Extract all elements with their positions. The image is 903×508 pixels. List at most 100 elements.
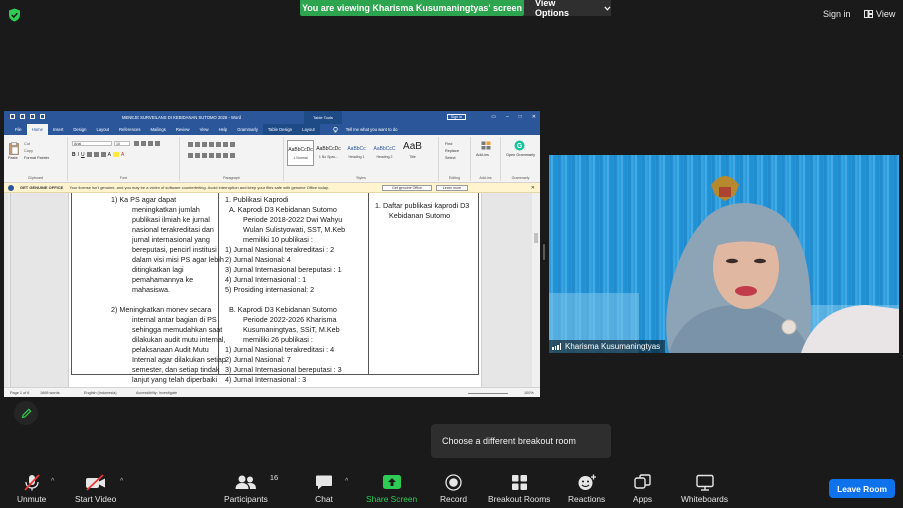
pane-splitter-handle[interactable] <box>543 244 545 260</box>
view-options-button[interactable]: View Options <box>524 0 611 18</box>
get-genuine-office-button[interactable]: Get genuine Office <box>382 185 432 191</box>
bullets-icon[interactable] <box>188 142 193 147</box>
paste-label[interactable]: Paste <box>8 156 18 160</box>
audio-options-caret[interactable]: ^ <box>51 478 54 485</box>
video-options-caret[interactable]: ^ <box>120 478 123 485</box>
strikethrough-icon[interactable] <box>86 152 92 157</box>
scrollbar-thumb[interactable] <box>534 233 538 243</box>
chat-button[interactable]: Chat <box>315 474 333 504</box>
justify-icon[interactable] <box>209 153 214 158</box>
tab-design[interactable]: Design <box>68 124 91 135</box>
sign-in-link[interactable]: Sign in <box>823 9 851 19</box>
undo-icon[interactable] <box>20 114 25 119</box>
apps-button[interactable]: Apps <box>633 474 652 504</box>
text-effects-icon[interactable]: A <box>108 152 111 158</box>
tab-insert[interactable]: Insert <box>48 124 68 135</box>
underline-icon[interactable]: U <box>81 152 85 158</box>
style-title[interactable]: AaB Title <box>399 140 426 166</box>
copy-button[interactable]: Copy <box>24 149 33 153</box>
maximize-icon[interactable]: □ <box>519 114 522 120</box>
change-case-icon[interactable] <box>148 141 153 146</box>
borders-icon[interactable] <box>230 153 235 158</box>
participants-button[interactable]: 16 Participants <box>224 473 278 504</box>
tab-references[interactable]: References <box>114 124 145 135</box>
paste-icon[interactable] <box>9 142 19 155</box>
tab-review[interactable]: Review <box>171 124 195 135</box>
italic-icon[interactable]: I <box>78 152 79 158</box>
superscript-icon[interactable] <box>100 152 106 157</box>
shrink-font-icon[interactable] <box>141 141 146 146</box>
tab-mailings[interactable]: Mailings <box>145 124 170 135</box>
align-left-icon[interactable] <box>188 153 193 158</box>
sort-icon[interactable] <box>223 142 228 147</box>
leave-room-button[interactable]: Leave Room <box>829 479 895 498</box>
document-page[interactable]: 1) Ka PS agar dapat meningkatkan jumlah … <box>68 193 482 387</box>
document-area[interactable]: 1) Ka PS agar dapat meningkatkan jumlah … <box>4 193 540 387</box>
page-count[interactable]: Page 1 of 6 <box>10 391 29 395</box>
style-no-spacing[interactable]: AaBbCcDc 1 No Spac... <box>315 140 342 166</box>
replace-button[interactable]: Replace <box>445 149 459 153</box>
language-status[interactable]: English (Indonesia) <box>84 391 117 395</box>
word-sign-in-button[interactable]: Sign in <box>447 114 466 120</box>
word-count[interactable]: 1668 words <box>40 391 60 395</box>
numbering-icon[interactable] <box>195 142 200 147</box>
subscript-icon[interactable] <box>93 152 99 157</box>
tab-table-layout[interactable]: Layout <box>297 124 320 135</box>
minimize-icon[interactable]: – <box>506 114 509 120</box>
style-heading-2[interactable]: AaBbCcC Heading 2 <box>371 140 398 166</box>
decrease-indent-icon[interactable] <box>209 142 214 147</box>
shield-check-icon[interactable] <box>8 8 21 22</box>
vertical-scrollbar[interactable] <box>532 193 540 387</box>
increase-indent-icon[interactable] <box>216 142 221 147</box>
save-icon[interactable] <box>10 114 15 119</box>
tab-grammarly[interactable]: Grammarly <box>232 124 263 135</box>
tell-me-search[interactable]: Tell me what you want to do <box>328 124 408 135</box>
addins-button[interactable]: Add-ins <box>476 153 489 157</box>
participant-video-tile[interactable] <box>549 155 899 353</box>
tab-view[interactable]: View <box>195 124 214 135</box>
highlight-color-icon[interactable] <box>112 152 119 157</box>
annotate-button[interactable] <box>14 401 38 425</box>
font-size-select[interactable]: 10 <box>114 141 130 146</box>
cut-button[interactable]: Cut <box>24 142 30 146</box>
addins-icon[interactable] <box>481 141 491 150</box>
grow-font-icon[interactable] <box>134 141 139 146</box>
print-icon[interactable] <box>40 114 45 119</box>
tab-file[interactable]: File <box>10 124 27 135</box>
record-button[interactable]: Record <box>440 474 467 504</box>
tab-help[interactable]: Help <box>214 124 233 135</box>
accessibility-status[interactable]: Accessibility: Investigate <box>136 391 177 395</box>
alert-close-icon[interactable]: ✕ <box>531 185 535 191</box>
font-color-icon[interactable]: A <box>121 152 124 158</box>
ribbon-display-icon[interactable]: ▭ <box>491 114 496 120</box>
multilevel-list-icon[interactable] <box>202 142 207 147</box>
find-button[interactable]: Find <box>445 142 452 146</box>
share-screen-button[interactable]: Share Screen <box>366 474 417 504</box>
bold-icon[interactable]: B <box>72 152 76 158</box>
align-center-icon[interactable] <box>195 153 200 158</box>
align-right-icon[interactable] <box>202 153 207 158</box>
learn-more-button[interactable]: Learn more <box>436 185 468 191</box>
reactions-button[interactable]: Reactions <box>568 474 605 504</box>
start-video-button[interactable]: Start Video <box>75 474 116 504</box>
zoom-level[interactable]: 100% <box>524 391 534 395</box>
shading-icon[interactable] <box>223 153 228 158</box>
show-marks-icon[interactable] <box>230 142 235 147</box>
style-heading-1[interactable]: AaBbCc Heading 1 <box>343 140 370 166</box>
whiteboards-button[interactable]: Whiteboards <box>681 474 728 504</box>
line-spacing-icon[interactable] <box>216 153 221 158</box>
tab-layout[interactable]: Layout <box>91 124 114 135</box>
tab-table-design[interactable]: Table Design <box>262 124 298 135</box>
format-painter-button[interactable]: Format Painter <box>24 156 49 160</box>
open-grammarly-button[interactable]: Open Grammarly <box>504 153 537 158</box>
clear-format-icon[interactable] <box>155 141 160 146</box>
select-button[interactable]: Select <box>445 156 456 160</box>
close-icon[interactable]: ✕ <box>532 114 536 120</box>
unmute-button[interactable]: Unmute <box>17 474 46 504</box>
chat-options-caret[interactable]: ^ <box>345 478 348 485</box>
breakout-rooms-button[interactable]: Breakout Rooms <box>488 474 550 504</box>
shared-word-window[interactable]: MENEJE SURVEILANS DI KEBIDANAN SUTOMO 20… <box>4 111 540 397</box>
style-normal[interactable]: AaBbCcDc 1 Normal <box>287 140 314 166</box>
tab-home[interactable]: Home <box>26 124 48 135</box>
view-button[interactable]: View <box>864 9 895 19</box>
